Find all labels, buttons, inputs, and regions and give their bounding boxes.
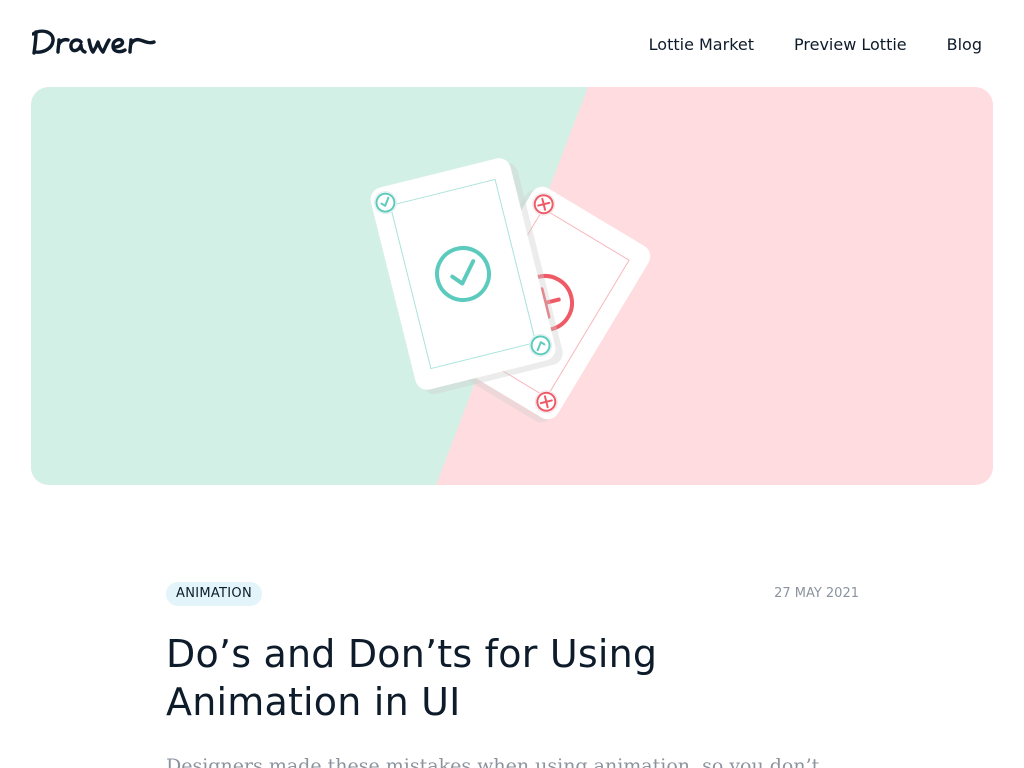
dos-and-donts-cards-illustration <box>31 87 993 485</box>
article-title: Do’s and Don’ts for Using Animation in U… <box>166 632 658 724</box>
drawer-logo-wordmark-icon <box>32 29 156 55</box>
main-nav: Lottie Market Preview Lottie Blog <box>649 34 982 56</box>
nav-preview-lottie[interactable]: Preview Lottie <box>794 34 907 56</box>
page: Lottie Market Preview Lottie Blog ANIMAT… <box>0 0 1024 768</box>
category-tag[interactable]: ANIMATION <box>166 582 262 606</box>
publish-date: 27 MAY 2021 <box>774 586 859 601</box>
site-header: Lottie Market Preview Lottie Blog <box>0 0 1024 86</box>
drawer-logo[interactable] <box>32 26 158 60</box>
nav-lottie-market[interactable]: Lottie Market <box>649 34 754 56</box>
nav-blog[interactable]: Blog <box>947 34 982 56</box>
hero-image <box>31 87 993 485</box>
article-lede: Designers made these mistakes when using… <box>166 755 820 768</box>
article-meta: ANIMATION 27 MAY 2021 <box>166 582 859 606</box>
